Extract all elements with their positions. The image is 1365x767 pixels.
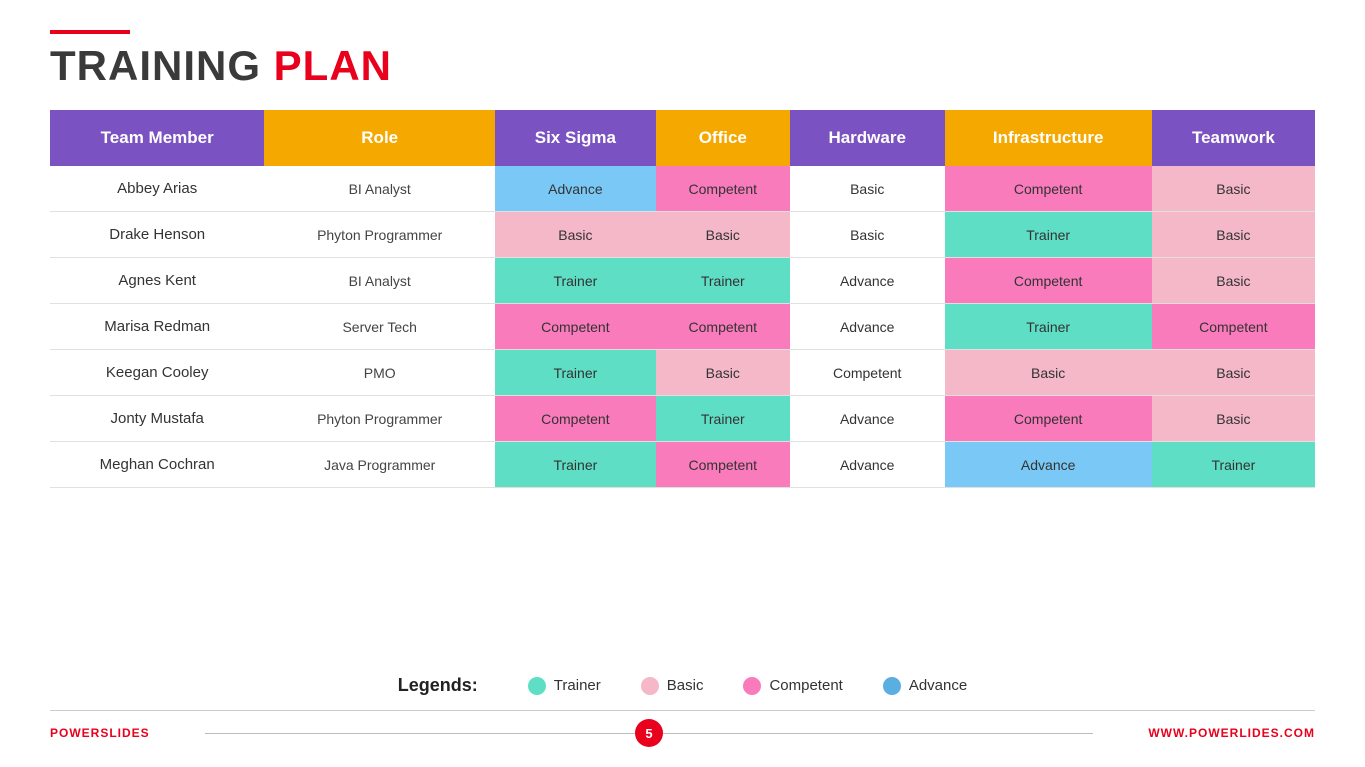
- cell-hardware: Advance: [790, 442, 945, 488]
- page-title: TRAINING PLAN: [50, 42, 1315, 90]
- table-row: Jonty Mustafa Phyton Programmer Competen…: [50, 396, 1315, 442]
- cell-hardware: Basic: [790, 212, 945, 258]
- legends-title: Legends:: [398, 675, 478, 696]
- cell-teamwork: Competent: [1152, 304, 1315, 350]
- cell-six-sigma: Competent: [495, 304, 656, 350]
- cell-infrastructure: Advance: [945, 442, 1152, 488]
- col-header-hardware: Hardware: [790, 110, 945, 166]
- table-row: Drake Henson Phyton Programmer Basic Bas…: [50, 212, 1315, 258]
- legend-label-basic: Basic: [667, 677, 704, 694]
- table-header-row: Team Member Role Six Sigma Office Hardwa…: [50, 110, 1315, 166]
- legend-label-competent: Competent: [769, 677, 842, 694]
- cell-infrastructure: Competent: [945, 258, 1152, 304]
- cell-office: Competent: [656, 442, 790, 488]
- cell-teamwork: Basic: [1152, 396, 1315, 442]
- cell-office: Trainer: [656, 258, 790, 304]
- cell-role: Server Tech: [264, 304, 495, 350]
- cell-hardware: Advance: [790, 304, 945, 350]
- page: TRAINING PLAN Team Member Role Six Sigma…: [0, 0, 1365, 767]
- legend-label-trainer: Trainer: [554, 677, 601, 694]
- col-header-role: Role: [264, 110, 495, 166]
- footer-brand-normal: POWER: [50, 726, 100, 740]
- cell-name: Jonty Mustafa: [50, 396, 264, 442]
- footer-center: 5: [205, 719, 1093, 747]
- cell-teamwork: Basic: [1152, 212, 1315, 258]
- cell-six-sigma: Trainer: [495, 350, 656, 396]
- cell-infrastructure: Competent: [945, 166, 1152, 212]
- legend-label-advance: Advance: [909, 677, 967, 694]
- cell-teamwork: Basic: [1152, 166, 1315, 212]
- cell-infrastructure: Basic: [945, 350, 1152, 396]
- cell-six-sigma: Competent: [495, 396, 656, 442]
- cell-name: Agnes Kent: [50, 258, 264, 304]
- title-section: TRAINING PLAN: [50, 30, 1315, 90]
- cell-office: Basic: [656, 212, 790, 258]
- cell-infrastructure: Trainer: [945, 212, 1152, 258]
- cell-infrastructure: Competent: [945, 396, 1152, 442]
- cell-teamwork: Basic: [1152, 258, 1315, 304]
- cell-hardware: Basic: [790, 166, 945, 212]
- legend-trainer: Trainer: [528, 677, 601, 695]
- footer-url: WWW.POWERLIDES.COM: [1148, 726, 1315, 740]
- training-table: Team Member Role Six Sigma Office Hardwa…: [50, 110, 1315, 488]
- cell-hardware: Advance: [790, 396, 945, 442]
- title-training: TRAINING: [50, 42, 261, 89]
- cell-six-sigma: Trainer: [495, 258, 656, 304]
- cell-hardware: Competent: [790, 350, 945, 396]
- col-header-six-sigma: Six Sigma: [495, 110, 656, 166]
- cell-hardware: Advance: [790, 258, 945, 304]
- legend-advance: Advance: [883, 677, 967, 695]
- title-accent-line: [50, 30, 130, 34]
- footer: POWERSLIDES 5 WWW.POWERLIDES.COM: [50, 710, 1315, 747]
- cell-name: Keegan Cooley: [50, 350, 264, 396]
- table-row: Marisa Redman Server Tech Competent Comp…: [50, 304, 1315, 350]
- cell-name: Drake Henson: [50, 212, 264, 258]
- col-header-office: Office: [656, 110, 790, 166]
- footer-line-right: [663, 733, 1093, 734]
- col-header-team-member: Team Member: [50, 110, 264, 166]
- table-row: Meghan Cochran Java Programmer Trainer C…: [50, 442, 1315, 488]
- table-row: Agnes Kent BI Analyst Trainer Trainer Ad…: [50, 258, 1315, 304]
- cell-name: Marisa Redman: [50, 304, 264, 350]
- legend-competent: Competent: [743, 677, 842, 695]
- cell-role: PMO: [264, 350, 495, 396]
- legend-dot-advance: [883, 677, 901, 695]
- cell-role: Phyton Programmer: [264, 212, 495, 258]
- training-table-container: Team Member Role Six Sigma Office Hardwa…: [50, 110, 1315, 659]
- col-header-teamwork: Teamwork: [1152, 110, 1315, 166]
- legend-dot-basic: [641, 677, 659, 695]
- title-plan: PLAN: [274, 42, 392, 89]
- cell-office: Trainer: [656, 396, 790, 442]
- page-number: 5: [635, 719, 663, 747]
- cell-role: BI Analyst: [264, 258, 495, 304]
- footer-line-left: [205, 733, 635, 734]
- cell-name: Meghan Cochran: [50, 442, 264, 488]
- table-row: Abbey Arias BI Analyst Advance Competent…: [50, 166, 1315, 212]
- cell-role: Phyton Programmer: [264, 396, 495, 442]
- cell-name: Abbey Arias: [50, 166, 264, 212]
- legend-dot-competent: [743, 677, 761, 695]
- cell-six-sigma: Advance: [495, 166, 656, 212]
- footer-brand-accent: SLIDES: [100, 726, 149, 740]
- legends-section: Legends: Trainer Basic Competent Advance: [50, 675, 1315, 696]
- cell-office: Competent: [656, 304, 790, 350]
- table-row: Keegan Cooley PMO Trainer Basic Competen…: [50, 350, 1315, 396]
- cell-office: Basic: [656, 350, 790, 396]
- cell-six-sigma: Basic: [495, 212, 656, 258]
- cell-teamwork: Basic: [1152, 350, 1315, 396]
- cell-six-sigma: Trainer: [495, 442, 656, 488]
- col-header-infrastructure: Infrastructure: [945, 110, 1152, 166]
- legend-dot-trainer: [528, 677, 546, 695]
- cell-role: Java Programmer: [264, 442, 495, 488]
- cell-office: Competent: [656, 166, 790, 212]
- legend-basic: Basic: [641, 677, 704, 695]
- cell-role: BI Analyst: [264, 166, 495, 212]
- footer-brand: POWERSLIDES: [50, 726, 150, 740]
- cell-teamwork: Trainer: [1152, 442, 1315, 488]
- cell-infrastructure: Trainer: [945, 304, 1152, 350]
